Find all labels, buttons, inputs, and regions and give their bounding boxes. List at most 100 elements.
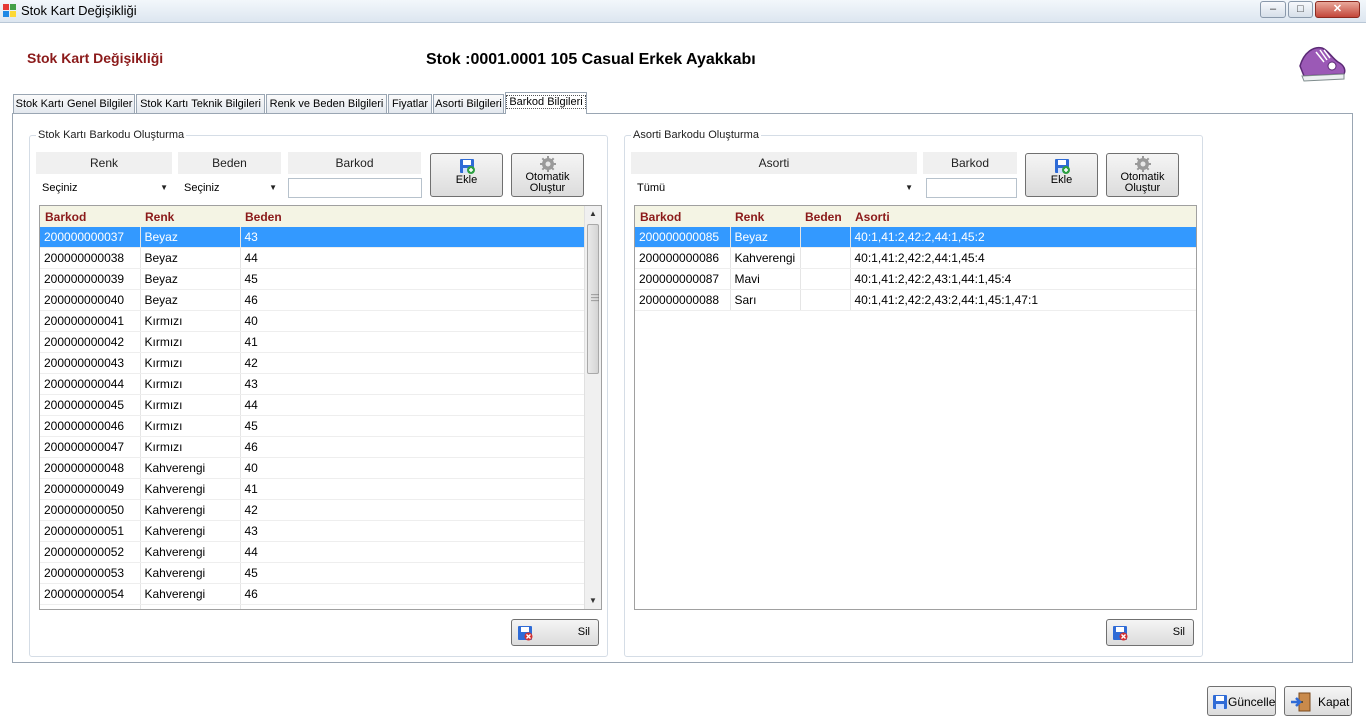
table-row[interactable]: 200000000041 Kırmızı 40 <box>40 310 585 332</box>
barkod-input[interactable] <box>288 178 422 198</box>
beden-combobox[interactable]: Seçiniz ▼ <box>178 178 281 198</box>
asorti-delete-button[interactable]: Sil <box>1106 619 1194 646</box>
table-row[interactable]: 200000000051 Kahverengi 43 <box>40 520 585 542</box>
table-cell: Kırmızı <box>140 436 241 458</box>
window-titlebar: Stok Kart Değişikliği – □ ✕ <box>0 0 1366 23</box>
save-add-icon <box>1054 159 1070 174</box>
table-cell: 200000000051 <box>40 520 141 542</box>
tab-genel-bilgiler[interactable]: Stok Kartı Genel Bilgiler <box>13 94 135 113</box>
table-cell: Kırmızı <box>140 352 241 374</box>
asorti-combobox-value: Tümü <box>637 182 666 194</box>
tab-teknik-bilgiler[interactable]: Stok Kartı Teknik Bilgileri <box>136 94 265 113</box>
table-row[interactable]: 200000000087 Mavi 40:1,41:2,42:2,43:1,44:1… <box>635 268 1196 290</box>
column-header-barkod[interactable]: Barkod <box>635 206 730 227</box>
table-cell: 43 <box>240 520 585 542</box>
table-cell: 200000000042 <box>40 331 141 353</box>
column-header-barkod[interactable]: Barkod <box>40 206 140 227</box>
chevron-down-icon: ▼ <box>160 183 168 192</box>
table-row[interactable]: 200000000045 Kırmızı 44 <box>40 394 585 416</box>
table-row[interactable]: 200000000085 Beyaz 40:1,41:2,42:2,44:1,45:… <box>635 227 1196 248</box>
asorti-combobox[interactable]: Tümü ▼ <box>631 178 917 198</box>
table-row[interactable]: 200000000042 Kırmızı 41 <box>40 331 585 353</box>
asorti-auto-create-label-2: Oluştur <box>1124 182 1161 194</box>
table-row[interactable]: 200000000086 Kahverengi 40:1,41:2,42:2,44:… <box>635 247 1196 269</box>
tab-renk-beden[interactable]: Renk ve Beden Bilgileri <box>266 94 387 113</box>
table-cell: 200000000050 <box>40 499 141 521</box>
table-row[interactable]: 200000000049 Kahverengi 41 <box>40 478 585 500</box>
add-button[interactable]: Ekle <box>430 153 503 197</box>
table-cell: 42 <box>240 499 585 521</box>
table-row[interactable]: 200000000048 Kahverengi 40 <box>40 457 585 479</box>
chevron-down-icon: ▼ <box>269 183 277 192</box>
vertical-scrollbar[interactable]: ▲ — — — ▼ <box>584 206 601 609</box>
minimize-button[interactable]: – <box>1260 1 1286 18</box>
asorti-barkod-input[interactable] <box>926 178 1017 198</box>
tab-asorti-bilgileri[interactable]: Asorti Bilgileri <box>433 94 504 113</box>
delete-icon <box>518 626 533 641</box>
table-row[interactable]: 200000000037 Beyaz 43 <box>40 227 585 248</box>
table-row[interactable]: 200000000052 Kahverengi 44 <box>40 541 585 563</box>
stock-barcode-legend: Stok Kartı Barkodu Oluşturma <box>38 129 185 141</box>
table-cell: 200000000041 <box>40 310 141 332</box>
renk-combobox-value: Seçiniz <box>42 182 78 194</box>
table-cell: 200000000045 <box>40 394 141 416</box>
close-button[interactable]: ✕ <box>1315 1 1360 18</box>
table-row[interactable]: 200000000043 Kırmızı 42 <box>40 352 585 374</box>
table-cell: 200000000047 <box>40 436 141 458</box>
column-header-beden[interactable]: Beden <box>240 206 584 227</box>
table-row[interactable]: 200000000039 Beyaz 45 <box>40 268 585 290</box>
column-header-asorti[interactable]: Asorti <box>850 206 1196 227</box>
renk-combobox[interactable]: Seçiniz ▼ <box>36 178 172 198</box>
beden-combobox-value: Seçiniz <box>184 182 220 194</box>
column-header-renk[interactable]: Renk <box>730 206 800 227</box>
asorti-add-button-label: Ekle <box>1050 174 1073 186</box>
asorti-barkod-label: Barkod <box>923 152 1017 174</box>
table-cell: Mavi <box>140 604 241 609</box>
table-row[interactable]: 200000000053 Kahverengi 45 <box>40 562 585 584</box>
table-cell: 44 <box>240 541 585 563</box>
tab-barkod-bilgileri[interactable]: Barkod Bilgileri <box>505 92 587 114</box>
table-cell: 42 <box>240 352 585 374</box>
table-cell: 200000000048 <box>40 457 141 479</box>
table-cell: Kahverengi <box>730 247 801 269</box>
maximize-button[interactable]: □ <box>1288 1 1313 18</box>
table-row[interactable]: 200000000040 Beyaz 46 <box>40 289 585 311</box>
table-cell <box>800 289 851 311</box>
table-cell: 200000000049 <box>40 478 141 500</box>
auto-create-button[interactable]: Otomatik Oluştur <box>511 153 584 197</box>
asorti-auto-create-button[interactable]: Otomatik Oluştur <box>1106 153 1179 197</box>
table-row[interactable]: 200000000044 Kırmızı 43 <box>40 373 585 395</box>
asorti-delete-button-label: Sil <box>1172 626 1185 638</box>
column-header-beden[interactable]: Beden <box>800 206 850 227</box>
save-add-icon <box>459 159 475 174</box>
scrollbar-thumb[interactable]: — — — <box>587 224 599 374</box>
renk-label: Renk <box>36 152 172 174</box>
table-cell: Kahverengi <box>140 541 241 563</box>
delete-button[interactable]: Sil <box>511 619 599 646</box>
table-row[interactable]: 200000000047 Kırmızı 46 <box>40 436 585 458</box>
app-icon <box>3 4 16 17</box>
table-row[interactable]: 200000000046 Kırmızı 45 <box>40 415 585 437</box>
table-cell: Sarı <box>730 289 801 311</box>
asorti-label: Asorti <box>631 152 917 174</box>
column-header-renk[interactable]: Renk <box>140 206 240 227</box>
close-form-button[interactable]: Kapat <box>1284 686 1352 716</box>
exit-door-icon <box>1291 692 1311 712</box>
table-row[interactable]: 200000000038 Beyaz 44 <box>40 247 585 269</box>
tab-fiyatlar[interactable]: Fiyatlar <box>388 94 432 113</box>
asorti-add-button[interactable]: Ekle <box>1025 153 1098 197</box>
update-button[interactable]: Güncelle <box>1207 686 1276 716</box>
table-cell <box>800 247 851 269</box>
table-cell: 200000000046 <box>40 415 141 437</box>
scroll-down-icon[interactable]: ▼ <box>585 593 601 609</box>
table-cell: 46 <box>240 289 585 311</box>
asorti-barcode-grid[interactable]: Barkod Renk Beden Asorti 200000000085 Bey… <box>634 205 1197 610</box>
table-row[interactable]: 200000000055Mavi40 <box>40 604 585 609</box>
table-row[interactable]: 200000000054 Kahverengi 46 <box>40 583 585 605</box>
stock-barcode-grid[interactable]: Barkod Renk Beden 200000000037 Beyaz 43 200… <box>39 205 602 610</box>
scroll-up-icon[interactable]: ▲ <box>585 206 601 222</box>
table-cell: Kırmızı <box>140 373 241 395</box>
table-row[interactable]: 200000000050 Kahverengi 42 <box>40 499 585 521</box>
grip-icon: — — — <box>591 290 599 305</box>
table-row[interactable]: 200000000088 Sarı 40:1,41:2,42:2,43:2,44:1… <box>635 289 1196 311</box>
